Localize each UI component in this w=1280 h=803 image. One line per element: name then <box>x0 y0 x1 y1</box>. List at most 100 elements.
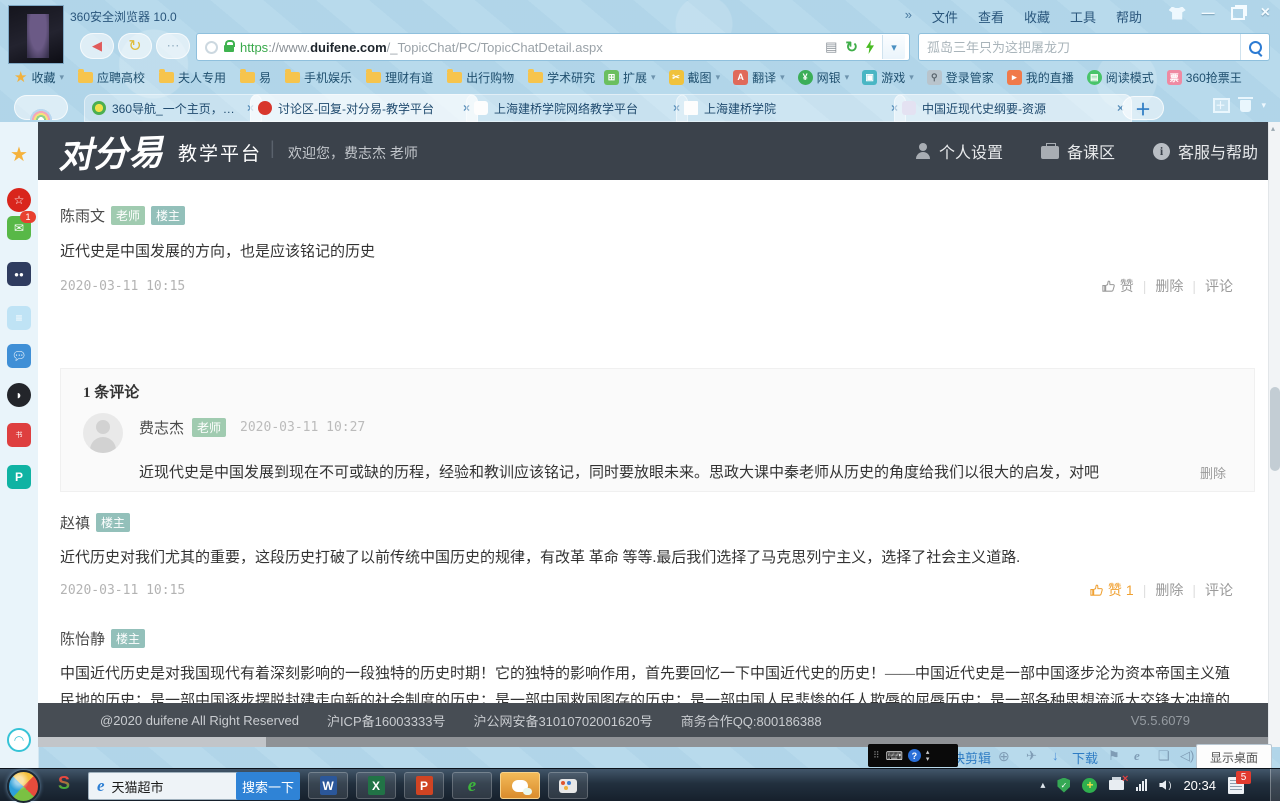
like-button-liked[interactable]: 赞 1 <box>1089 580 1134 600</box>
taskbar-search-button[interactable]: 搜索一下 <box>236 772 300 800</box>
show-desktop-sliver[interactable] <box>1270 769 1280 801</box>
notification-icon[interactable]: 5 <box>1228 777 1244 794</box>
menu-file[interactable]: 文件 <box>932 7 958 26</box>
bookmark-folder-academic[interactable]: 学术研究 <box>528 69 595 86</box>
tab-jianqiao-college[interactable]: 上海建桥学院 × <box>676 94 906 122</box>
bookmark-folder-travel[interactable]: 出行购物 <box>447 69 514 86</box>
bookmark-folder-mobile[interactable]: 手机娱乐 <box>285 69 352 86</box>
network-signal-icon[interactable] <box>1136 779 1147 791</box>
boost-rocket-icon[interactable]: ✈ <box>1026 748 1037 764</box>
pdf-tool-icon[interactable]: P <box>7 465 31 489</box>
tool-extensions[interactable]: ⊞扩展▾ <box>604 69 656 86</box>
user-skin-avatar[interactable] <box>8 5 64 64</box>
taskbar-360se-button[interactable]: e <box>452 772 492 799</box>
scrollbar-thumb[interactable] <box>1270 387 1280 471</box>
chevron-down-icon[interactable]: ▾ <box>1261 100 1266 111</box>
tool-password-manager[interactable]: ⚲登录管家 <box>927 69 994 86</box>
author-name[interactable]: 赵禛 <box>60 512 90 533</box>
tool-games[interactable]: ▣游戏▾ <box>862 69 914 86</box>
skin-theme-icon[interactable] <box>1169 7 1186 20</box>
volume-icon[interactable]: ) <box>1159 780 1171 790</box>
mail-icon[interactable]: ✉ 1 <box>7 216 31 240</box>
add-plugin-icon[interactable]: ⊕ <box>998 748 1010 765</box>
back-button[interactable]: ◀ <box>80 33 114 59</box>
new-tab-button[interactable]: ＋ <box>1122 96 1164 120</box>
tool-screenshot[interactable]: ✂截图▾ <box>669 69 721 86</box>
site-logo[interactable]: 对分易 <box>57 124 164 179</box>
nav-personal-settings[interactable]: 个人设置 <box>915 139 1003 163</box>
ie-compat-icon[interactable]: e <box>1134 748 1140 764</box>
tool-reading-mode[interactable]: ▤阅读模式 <box>1087 69 1154 86</box>
tool-ticket-king[interactable]: 票360抢票王 <box>1167 69 1242 86</box>
comment-button[interactable]: 评论 <box>1205 276 1233 296</box>
tab-jianqiao-elearning[interactable]: 上海建桥学院网络教学平台 × <box>466 94 688 122</box>
taskbar-tmall-button[interactable]: e 天猫超市 <box>88 772 244 800</box>
delete-button[interactable]: 删除 <box>1155 276 1183 296</box>
url-dropdown-button[interactable]: ▾ <box>882 35 905 59</box>
show-desktop-button[interactable]: 显示桌面 <box>1196 744 1272 770</box>
tool-translate[interactable]: A翻译▾ <box>733 69 785 86</box>
download-button[interactable]: 下载 <box>1072 748 1098 767</box>
notes-icon[interactable]: ≡ <box>7 306 31 330</box>
menu-view[interactable]: 查看 <box>978 7 1004 26</box>
favorites-star-icon[interactable]: ★ <box>7 142 31 166</box>
menu-favorites[interactable]: 收藏 <box>1024 7 1050 26</box>
footer-icp[interactable]: 沪ICP备16003333号 <box>327 711 446 730</box>
auto-refresh-icon[interactable]: ↻ <box>845 38 858 56</box>
speed-boost-icon[interactable] <box>866 40 874 54</box>
taskbar-wechat-button[interactable] <box>500 772 540 799</box>
delete-button[interactable]: 删除 <box>1155 580 1183 600</box>
report-flag-icon[interactable]: ⚑ <box>1108 748 1120 764</box>
qq-penguin-icon[interactable]: ◗ <box>7 383 31 407</box>
window-mode-icon[interactable]: ❏ <box>1158 748 1170 764</box>
taskbar-paint-button[interactable] <box>548 772 588 799</box>
maximize-button[interactable] <box>1231 7 1245 20</box>
tool-ebank[interactable]: ¥网银▾ <box>798 69 850 86</box>
comment-button[interactable]: 评论 <box>1205 580 1233 600</box>
menu-help[interactable]: 帮助 <box>1116 7 1142 26</box>
tab-360nav[interactable]: 360导航_一个主页，整个世界 × <box>84 94 262 122</box>
reading-mode-icon[interactable]: ▤ <box>825 39 837 55</box>
clock[interactable]: 20:34 <box>1183 778 1216 793</box>
360-browser-taskbar-icon[interactable]: S <box>58 773 70 794</box>
speedup-ball-icon[interactable]: + <box>1082 778 1097 793</box>
forum-icon[interactable]: ●● <box>7 262 31 286</box>
menu-overflow-icon[interactable]: » <box>905 7 912 26</box>
bookmark-folder-finance[interactable]: 理财有道 <box>366 69 433 86</box>
taskbar-powerpoint-button[interactable]: P <box>404 772 444 799</box>
bookmark-folder-yi[interactable]: 易 <box>240 69 271 86</box>
horizontal-scrollbar[interactable] <box>38 737 1268 747</box>
footer-police[interactable]: 沪公网安备31010702001620号 <box>473 711 652 730</box>
chat-icon[interactable]: 💬︎ <box>7 344 31 368</box>
site-info-icon[interactable] <box>205 41 218 54</box>
like-button[interactable]: 赞 <box>1101 276 1134 296</box>
cloud-sync-button[interactable]: ⋯ <box>156 33 190 59</box>
weibo-icon[interactable]: ☆ <box>7 188 31 212</box>
bookmark-folder-jobs[interactable]: 应聘高校 <box>78 69 145 86</box>
tab-history-resources[interactable]: 中国近现代史纲要-资源 × <box>894 94 1132 122</box>
input-method-widget[interactable]: ⠿ ⌨ ? ▴▾ <box>868 744 958 767</box>
nav-help[interactable]: i客服与帮助 <box>1153 139 1258 163</box>
refresh-button[interactable]: ↻ <box>118 33 152 59</box>
nav-lesson-prep[interactable]: 备课区 <box>1041 139 1115 163</box>
tool-my-live[interactable]: ▸我的直播 <box>1007 69 1074 86</box>
address-bar[interactable]: https://www.duifene.com/_TopicChat/PC/To… <box>196 33 910 61</box>
vertical-scrollbar[interactable]: ▴ <box>1268 122 1280 747</box>
download-arrow-icon[interactable]: ↓ <box>1052 748 1059 763</box>
close-button[interactable]: × <box>1261 6 1270 20</box>
xiaohongshu-icon[interactable]: 书 <box>7 423 31 447</box>
tray-expand-icon[interactable]: ▴ <box>1040 780 1045 791</box>
mute-speaker-icon[interactable]: ◁) <box>1180 748 1194 764</box>
search-go-button[interactable] <box>1240 34 1269 60</box>
favorites-button[interactable]: ★ 收藏 ▾ <box>14 68 64 86</box>
author-name[interactable]: 费志杰 <box>139 417 184 438</box>
taskbar-word-button[interactable]: W <box>308 772 348 799</box>
trash-icon[interactable] <box>1240 100 1251 112</box>
printer-offline-icon[interactable] <box>1109 780 1124 790</box>
taskbar-excel-button[interactable]: X <box>356 772 396 799</box>
scrollbar-thumb[interactable] <box>38 737 266 747</box>
start-button[interactable] <box>7 770 40 803</box>
author-name[interactable]: 陈雨文 <box>60 205 105 226</box>
scroll-up-arrow[interactable]: ▴ <box>1271 124 1275 133</box>
tab-discussion-active[interactable]: 讨论区-回复-对分易-教学平台 × <box>250 94 478 122</box>
